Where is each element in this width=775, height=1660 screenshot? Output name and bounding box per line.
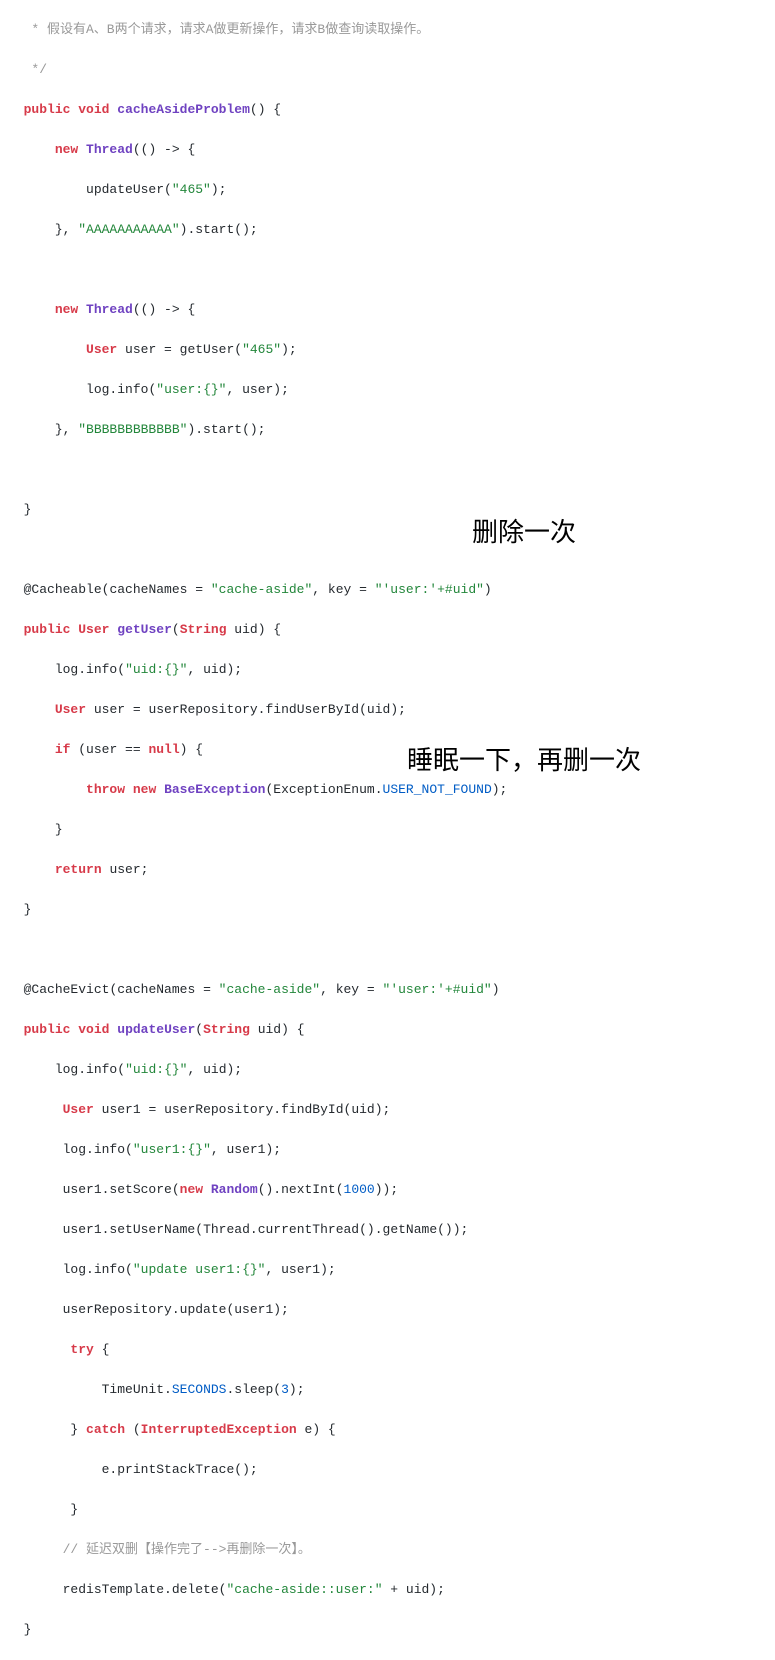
annotation: @CacheEvict bbox=[24, 982, 110, 997]
string-literal: "update user1:{}" bbox=[133, 1262, 266, 1277]
ident-repo: userRepository bbox=[148, 702, 257, 717]
comment-end: */ bbox=[8, 62, 47, 77]
type-user: User bbox=[55, 702, 86, 717]
ident-log: log bbox=[55, 1062, 78, 1077]
method-call: info bbox=[117, 382, 148, 397]
kw-public: public bbox=[24, 102, 71, 117]
method-call: start bbox=[195, 222, 234, 237]
method-call: getUser bbox=[180, 342, 235, 357]
method-call: info bbox=[86, 1062, 117, 1077]
method-call: nextInt bbox=[281, 1182, 336, 1197]
method-call: findById bbox=[281, 1102, 343, 1117]
string-literal: "user1:{}" bbox=[133, 1142, 211, 1157]
type-user: User bbox=[63, 1102, 94, 1117]
enum-name: ExceptionEnum bbox=[273, 782, 374, 797]
string-literal: "465" bbox=[242, 342, 281, 357]
string-literal: "uid:{}" bbox=[125, 1062, 187, 1077]
ident-log: log bbox=[86, 382, 109, 397]
method-call: updateUser bbox=[86, 182, 164, 197]
string-literal: "'user:'+#uid" bbox=[375, 582, 484, 597]
comment-line: // 延迟双删【操作完了-->再删除一次】。 bbox=[63, 1542, 311, 1557]
kw-try: try bbox=[70, 1342, 93, 1357]
ident-log: log bbox=[55, 662, 78, 677]
type-string: String bbox=[203, 1022, 250, 1037]
class-timeunit: TimeUnit bbox=[102, 1382, 164, 1397]
kw-public: public bbox=[24, 622, 71, 637]
type-exc: InterruptedException bbox=[141, 1422, 297, 1437]
annotation: @Cacheable bbox=[24, 582, 102, 597]
ident-redis: redisTemplate bbox=[63, 1582, 164, 1597]
string-literal: "BBBBBBBBBBBB" bbox=[78, 422, 187, 437]
kw-null: null bbox=[148, 742, 179, 757]
ident-repo: userRepository bbox=[63, 1302, 172, 1317]
method-call: start bbox=[203, 422, 242, 437]
kw-void: void bbox=[78, 1022, 109, 1037]
attr-name: key bbox=[336, 982, 359, 997]
type-user: User bbox=[78, 622, 109, 637]
attr-name: cacheNames bbox=[117, 982, 195, 997]
method-call: getName bbox=[383, 1222, 438, 1237]
method-name: cacheAsideProblem bbox=[117, 102, 250, 117]
annotation-sleep-delete: 睡眠一下，再删一次 bbox=[407, 750, 641, 770]
string-literal: "465" bbox=[172, 182, 211, 197]
string-literal: "uid:{}" bbox=[125, 662, 187, 677]
class-thread: Thread bbox=[86, 302, 133, 317]
comment-line: * 假设有A、B两个请求，请求A做更新操作，请求B做查询读取操作。 bbox=[8, 22, 429, 37]
method-call: setScore bbox=[109, 1182, 171, 1197]
kw-if: if bbox=[55, 742, 71, 757]
string-literal: "cache-aside::user:" bbox=[226, 1582, 382, 1597]
ident-log: log bbox=[63, 1262, 86, 1277]
class-random: Random bbox=[211, 1182, 258, 1197]
type-user: User bbox=[86, 342, 117, 357]
method-name: getUser bbox=[117, 622, 172, 637]
class-exc: BaseException bbox=[164, 782, 265, 797]
kw-public: public bbox=[24, 1022, 71, 1037]
ident-repo: userRepository bbox=[164, 1102, 273, 1117]
attr-name: key bbox=[328, 582, 351, 597]
string-literal: "AAAAAAAAAAA" bbox=[78, 222, 179, 237]
annotation-delete-once: 删除一次 bbox=[472, 522, 576, 542]
number-literal: 1000 bbox=[344, 1182, 375, 1197]
method-call: sleep bbox=[234, 1382, 273, 1397]
type-string: String bbox=[180, 622, 227, 637]
method-call: setUserName bbox=[109, 1222, 195, 1237]
kw-void: void bbox=[78, 102, 109, 117]
method-call: currentThread bbox=[258, 1222, 359, 1237]
const-name: USER_NOT_FOUND bbox=[383, 782, 492, 797]
method-call: delete bbox=[172, 1582, 219, 1597]
kw-catch: catch bbox=[86, 1422, 125, 1437]
ident-log: log bbox=[63, 1142, 86, 1157]
kw-new: new bbox=[55, 142, 78, 157]
string-literal: "cache-aside" bbox=[211, 582, 312, 597]
attr-name: cacheNames bbox=[109, 582, 187, 597]
method-call: info bbox=[94, 1262, 125, 1277]
number-literal: 3 bbox=[281, 1382, 289, 1397]
string-literal: "'user:'+#uid" bbox=[383, 982, 492, 997]
string-literal: "user:{}" bbox=[156, 382, 226, 397]
const-seconds: SECONDS bbox=[172, 1382, 227, 1397]
method-call: printStackTrace bbox=[117, 1462, 234, 1477]
kw-throw: throw bbox=[86, 782, 125, 797]
method-call: info bbox=[86, 662, 117, 677]
kw-return: return bbox=[55, 862, 102, 877]
method-name: updateUser bbox=[117, 1022, 195, 1037]
code-block: * 假设有A、B两个请求，请求A做更新操作，请求B做查询读取操作。 */ pub… bbox=[0, 0, 775, 1660]
kw-new: new bbox=[133, 782, 156, 797]
method-call: info bbox=[94, 1142, 125, 1157]
class-thread: Thread bbox=[203, 1222, 250, 1237]
string-literal: "cache-aside" bbox=[219, 982, 320, 997]
kw-new: new bbox=[55, 302, 78, 317]
method-call: findUserById bbox=[265, 702, 359, 717]
class-thread: Thread bbox=[86, 142, 133, 157]
method-call: update bbox=[180, 1302, 227, 1317]
kw-new: new bbox=[180, 1182, 203, 1197]
